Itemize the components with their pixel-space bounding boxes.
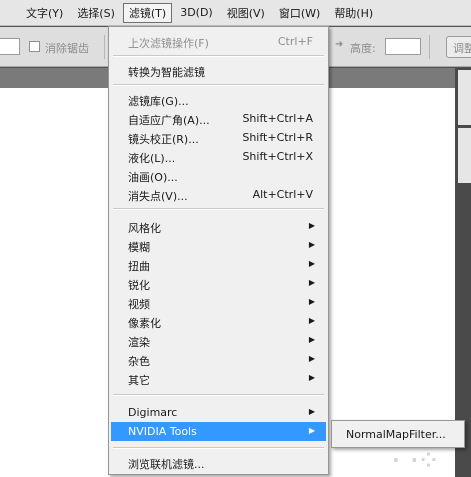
- panel-tab[interactable]: [458, 70, 471, 125]
- menu-item-distort[interactable]: 扭曲 ▶: [111, 255, 326, 274]
- menu-item-other[interactable]: 其它 ▶: [111, 369, 326, 388]
- menu-item-nvidia-tools[interactable]: NVIDIA Tools ▶: [111, 422, 326, 441]
- menu-separator: [113, 394, 324, 396]
- menu-help[interactable]: 帮助(H): [328, 3, 379, 23]
- menu-bar: 文字(Y) 选择(S) 滤镜(T) 3D(D) 视图(V) 窗口(W) 帮助(H…: [0, 0, 471, 26]
- options-divider: [429, 35, 430, 59]
- menu-item-pixelate[interactable]: 像素化 ▶: [111, 312, 326, 331]
- submenu-arrow-icon: ▶: [308, 335, 315, 344]
- submenu-arrow-icon: ▶: [308, 426, 315, 435]
- submenu-arrow-icon: ▶: [308, 221, 315, 230]
- menu-item-vanishing-point[interactable]: 消失点(V)... Alt+Ctrl+V: [111, 185, 326, 204]
- submenu-arrow-icon: ▶: [308, 354, 315, 363]
- menu-3d[interactable]: 3D(D): [174, 4, 219, 21]
- menu-item-video[interactable]: 视频 ▶: [111, 293, 326, 312]
- menu-item-gallery[interactable]: 滤镜库(G)...: [111, 90, 326, 109]
- menu-separator: [113, 447, 324, 449]
- menu-item-last-filter[interactable]: 上次滤镜操作(F) Ctrl+F: [111, 32, 326, 51]
- menu-item-adaptive-wide[interactable]: 自适应广角(A)... Shift+Ctrl+A: [111, 109, 326, 128]
- submenu-arrow-icon: ▶: [308, 278, 315, 287]
- arrow-right-icon: ➜: [335, 39, 344, 50]
- menu-item-browse-online[interactable]: 浏览联机滤镜...: [111, 453, 326, 472]
- menu-item-lens-correction[interactable]: 镜头校正(R)... Shift+Ctrl+R: [111, 128, 326, 147]
- menu-separator: [113, 208, 324, 210]
- height-label: 高度:: [350, 42, 376, 55]
- right-panel: [455, 68, 471, 477]
- antialias-label: 消除锯齿: [45, 42, 89, 55]
- antialias-checkbox[interactable]: [29, 41, 40, 52]
- submenu-arrow-icon: ▶: [308, 240, 315, 249]
- menu-window[interactable]: 窗口(W): [273, 3, 326, 23]
- options-divider: [104, 35, 105, 59]
- nvidia-submenu: NormalMapFilter...: [331, 420, 465, 448]
- menu-item-noise[interactable]: 杂色 ▶: [111, 350, 326, 369]
- submenu-arrow-icon: ▶: [308, 373, 315, 382]
- filter-menu: 上次滤镜操作(F) Ctrl+F 转换为智能滤镜 滤镜库(G)... 自适应广角…: [108, 26, 329, 475]
- menu-item-normalmap-filter[interactable]: NormalMapFilter...: [346, 428, 446, 441]
- adjust-button[interactable]: 调整: [446, 36, 471, 58]
- height-input[interactable]: [385, 38, 421, 55]
- menu-type[interactable]: 文字(Y): [20, 3, 69, 23]
- menu-select[interactable]: 选择(S): [71, 3, 121, 23]
- menu-item-convert-smart[interactable]: 转换为智能滤镜: [111, 61, 326, 80]
- menu-view[interactable]: 视图(V): [221, 3, 271, 23]
- menu-item-liquify[interactable]: 液化(L)... Shift+Ctrl+X: [111, 147, 326, 166]
- menu-item-blur[interactable]: 模糊 ▶: [111, 236, 326, 255]
- menu-filter[interactable]: 滤镜(T): [122, 2, 173, 23]
- menu-separator: [113, 84, 324, 86]
- submenu-arrow-icon: ▶: [308, 259, 315, 268]
- panel-tab[interactable]: [458, 128, 471, 183]
- menu-item-sharpen[interactable]: 锐化 ▶: [111, 274, 326, 293]
- menu-item-stylize[interactable]: 风格化 ▶: [111, 217, 326, 236]
- menu-item-render[interactable]: 渲染 ▶: [111, 331, 326, 350]
- submenu-arrow-icon: ▶: [308, 407, 315, 416]
- menu-item-digimarc[interactable]: Digimarc ▶: [111, 403, 326, 422]
- watermark-graphic: · ·⁘: [392, 448, 439, 472]
- menu-item-oil-paint[interactable]: 油画(O)...: [111, 166, 326, 185]
- menu-separator: [113, 55, 324, 57]
- submenu-arrow-icon: ▶: [308, 297, 315, 306]
- submenu-arrow-icon: ▶: [308, 316, 315, 325]
- size-input[interactable]: [0, 38, 20, 55]
